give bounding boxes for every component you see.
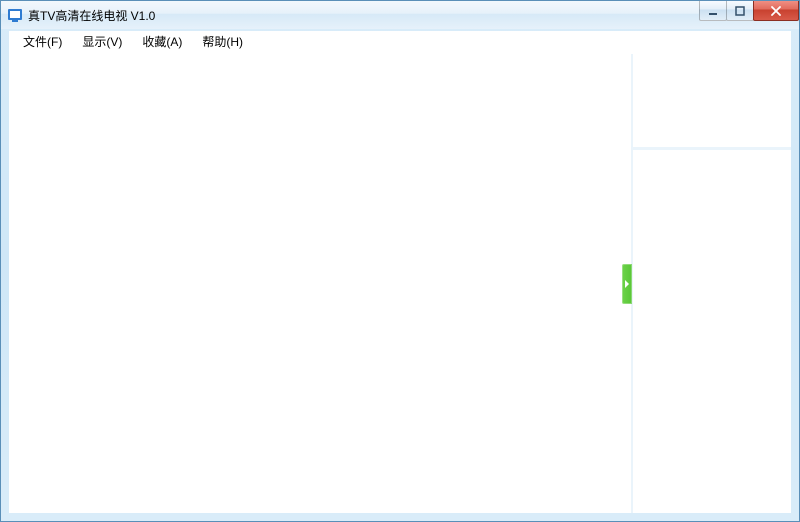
close-button[interactable]	[753, 1, 799, 21]
side-panel-bottom	[633, 150, 791, 513]
menu-bar: 文件(F) 显示(V) 收藏(A) 帮助(H)	[9, 31, 791, 53]
app-window: 真TV高清在线电视 V1.0 文件(F) 显示(V) 收藏(A) 帮助(H)	[0, 0, 800, 522]
title-bar: 真TV高清在线电视 V1.0	[1, 1, 799, 29]
app-icon	[7, 7, 23, 23]
menu-favorites[interactable]: 收藏(A)	[132, 31, 192, 52]
menu-file[interactable]: 文件(F)	[13, 31, 72, 52]
side-panel	[633, 54, 791, 513]
client-area	[9, 53, 791, 513]
minimize-button[interactable]	[699, 1, 727, 21]
video-pane	[9, 54, 633, 513]
maximize-button[interactable]	[726, 1, 754, 21]
side-panel-toggle[interactable]	[622, 264, 632, 304]
side-panel-top	[633, 54, 791, 150]
window-controls	[700, 1, 799, 21]
menu-help[interactable]: 帮助(H)	[192, 31, 253, 52]
window-title: 真TV高清在线电视 V1.0	[28, 7, 155, 24]
menu-view[interactable]: 显示(V)	[72, 31, 132, 52]
